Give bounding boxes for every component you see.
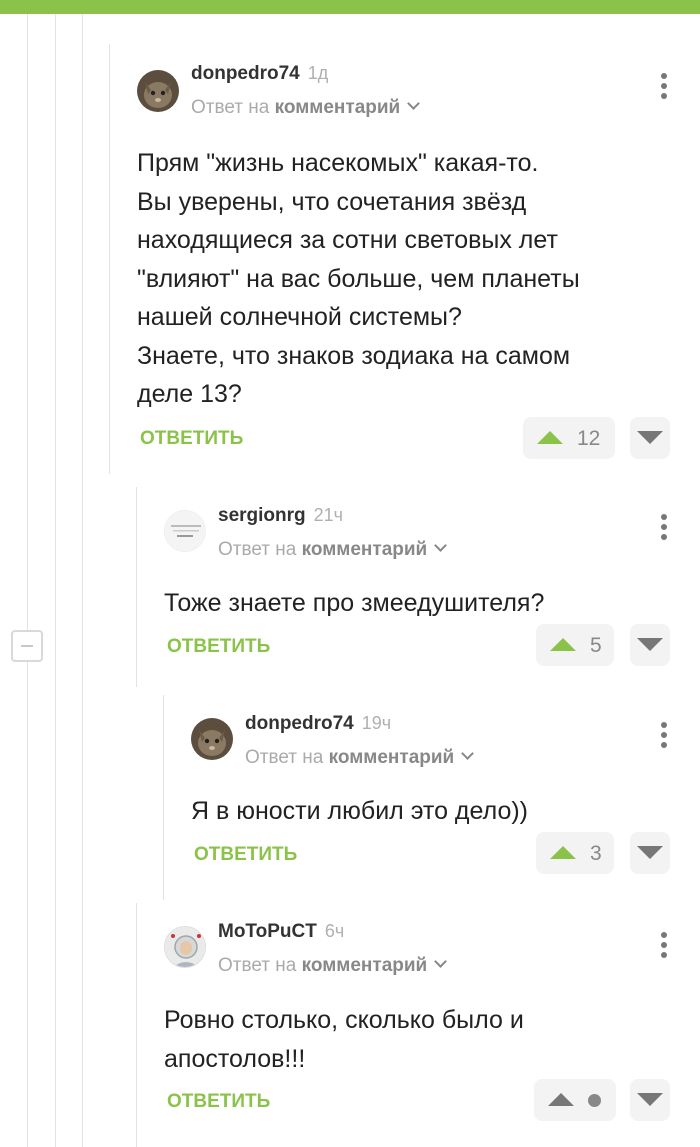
author-name[interactable]: donpedro74 (245, 713, 354, 734)
reply-to-line: Ответ на комментарий (218, 955, 448, 977)
author-name[interactable]: sergionrg (218, 505, 306, 526)
upvote-button[interactable] (534, 1079, 616, 1121)
comment-thread-line (109, 44, 110, 474)
upvote-button[interactable]: 5 (536, 624, 614, 666)
comment-author[interactable]: donpedro74 1д (191, 63, 328, 85)
downvote-icon (637, 431, 663, 444)
upvote-icon (537, 431, 563, 444)
comment: sergionrg 21ч Ответ на комментарий Тоже з… (136, 487, 700, 687)
upvote-icon (548, 1093, 574, 1106)
reply-to-line: Ответ на комментарий (245, 747, 475, 769)
reply-to-prefix: Ответ на (218, 539, 297, 560)
downvote-button[interactable] (630, 624, 670, 666)
author-name[interactable]: MoToPuCT (218, 921, 317, 942)
reply-to-prefix: Ответ на (245, 747, 324, 768)
chevron-down-icon[interactable] (461, 747, 475, 760)
reply-to-prefix: Ответ на (191, 97, 270, 118)
downvote-button[interactable] (630, 832, 670, 874)
reply-to-prefix: Ответ на (218, 955, 297, 976)
upvote-icon (550, 846, 576, 859)
chevron-down-icon[interactable] (407, 97, 421, 110)
comment-author[interactable]: donpedro74 19ч (245, 713, 391, 735)
reply-button[interactable]: ОТВЕТИТЬ (167, 636, 270, 658)
chevron-down-icon[interactable] (434, 955, 448, 968)
upvote-icon (550, 638, 576, 651)
comment-text: Прям "жизнь насекомых" какая-то. Вы увер… (137, 149, 580, 408)
author-name[interactable]: donpedro74 (191, 63, 300, 84)
upvote-button[interactable]: 3 (536, 832, 614, 874)
reply-button[interactable]: ОТВЕТИТЬ (140, 428, 243, 450)
thread-line (27, 14, 28, 1147)
comment-thread-line (136, 903, 137, 1147)
avatar[interactable] (164, 926, 206, 968)
downvote-icon (637, 1093, 663, 1106)
reply-to-line: Ответ на комментарий (218, 539, 448, 561)
more-menu-icon[interactable] (654, 932, 674, 962)
thread-line (55, 14, 56, 1147)
reply-to-link[interactable]: комментарий (329, 747, 455, 768)
comment-time: 19ч (361, 713, 392, 733)
rating-count: 3 (590, 842, 602, 865)
reply-to-link[interactable]: комментарий (302, 955, 428, 976)
rating-hidden-dot (588, 1094, 601, 1107)
avatar[interactable] (191, 718, 233, 760)
reply-button[interactable]: ОТВЕТИТЬ (194, 844, 297, 866)
thread-line (82, 14, 83, 1147)
reply-to-line: Ответ на комментарий (191, 97, 421, 119)
comment-time: 6ч (324, 921, 345, 941)
upvote-button[interactable]: 12 (523, 417, 615, 459)
rating-count: 5 (590, 634, 602, 657)
comment: donpedro74 1д Ответ на комментарий Прям "… (109, 44, 700, 474)
downvote-icon (637, 846, 663, 859)
comment-text: Я в юности любил это дело)) (191, 797, 529, 825)
comment: MoToPuCT 6ч Ответ на комментарий Ровно ст… (136, 903, 700, 1147)
comment-text: Тоже знаете про змеедушителя? (164, 589, 545, 617)
comment-text: Ровно столько, сколько было и апостолов!… (164, 1006, 524, 1073)
downvote-icon (637, 638, 663, 651)
comment-time: 1д (307, 63, 329, 83)
more-menu-icon[interactable] (654, 73, 674, 103)
more-menu-icon[interactable] (654, 722, 674, 752)
downvote-button[interactable] (630, 417, 670, 459)
comment-author[interactable]: MoToPuCT 6ч (218, 921, 344, 943)
rating-count: 12 (577, 427, 601, 450)
comment-author[interactable]: sergionrg 21ч (218, 505, 343, 527)
avatar[interactable] (164, 510, 206, 552)
downvote-button[interactable] (630, 1079, 670, 1121)
comment: donpedro74 19ч Ответ на комментарий Я в ю… (163, 695, 700, 900)
more-menu-icon[interactable] (654, 514, 674, 544)
collapse-thread-button[interactable] (11, 630, 43, 662)
reply-to-link[interactable]: комментарий (302, 539, 428, 560)
comment-time: 21ч (313, 505, 344, 525)
chevron-down-icon[interactable] (434, 539, 448, 552)
comment-thread-line (136, 487, 137, 687)
comment-thread-line (163, 695, 164, 900)
reply-button[interactable]: ОТВЕТИТЬ (167, 1091, 270, 1113)
top-accent-bar (0, 0, 700, 14)
avatar[interactable] (137, 70, 179, 112)
reply-to-link[interactable]: комментарий (275, 97, 401, 118)
